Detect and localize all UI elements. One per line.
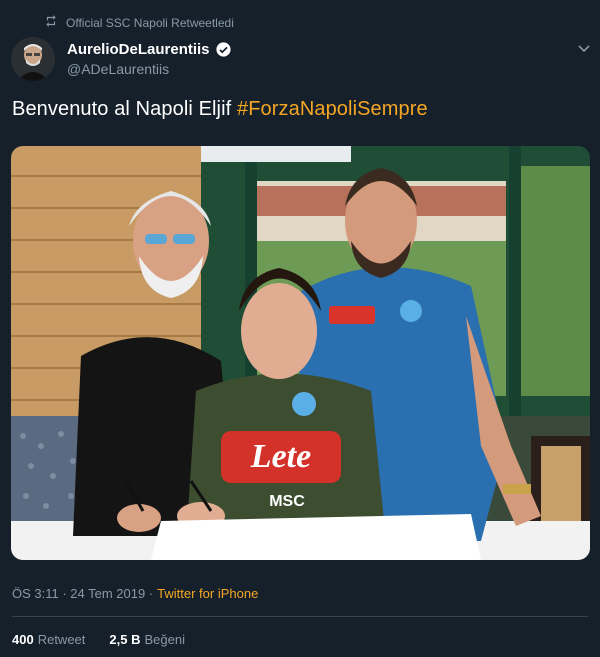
retweet-label: Retweet [37, 632, 86, 647]
author-name-row: AurelioDeLaurentiis [67, 41, 232, 58]
retweet-count: 400 [12, 632, 34, 647]
retweet-stat[interactable]: 400 Retweet [12, 632, 85, 647]
divider [12, 616, 588, 617]
tweet-text: Benvenuto al Napoli Eljif #ForzaNapoliSe… [12, 98, 428, 121]
tweet-photo[interactable]: Lete MSC [11, 146, 590, 560]
sponsor-msc-text: MSC [269, 493, 305, 510]
tweet-stats: 400 Retweet 2,5 B Beğeni [12, 632, 185, 647]
chevron-down-icon[interactable] [576, 40, 592, 56]
retweet-icon [44, 14, 58, 31]
retweet-context[interactable]: Official SSC Napoli Retweetledi [44, 14, 234, 31]
tweet-body: Benvenuto al Napoli Eljif [12, 98, 232, 120]
author-display-name[interactable]: AurelioDeLaurentiis [67, 41, 210, 58]
author-handle[interactable]: @ADeLaurentiis [67, 61, 232, 77]
tweet-author[interactable]: AurelioDeLaurentiis @ADeLaurentiis [67, 41, 232, 77]
like-stat[interactable]: 2,5 B Beğeni [109, 632, 185, 647]
tweet-meta: ÖS 3:11 · 24 Tem 2019 · Twitter for iPho… [12, 586, 258, 601]
like-label: Beğeni [144, 632, 185, 647]
retweet-context-label: Official SSC Napoli Retweetledi [66, 15, 234, 30]
sponsor-lete-text: Lete [250, 438, 311, 475]
hashtag-link[interactable]: #ForzaNapoliSempre [237, 98, 428, 120]
napoli-crest-icon [292, 392, 316, 416]
verified-badge-icon [215, 41, 232, 58]
avatar[interactable] [11, 37, 55, 81]
like-count: 2,5 B [109, 632, 141, 647]
tweet-timestamp[interactable]: ÖS 3:11 · 24 Tem 2019 · [12, 586, 153, 601]
tweet-source-link[interactable]: Twitter for iPhone [157, 586, 258, 601]
